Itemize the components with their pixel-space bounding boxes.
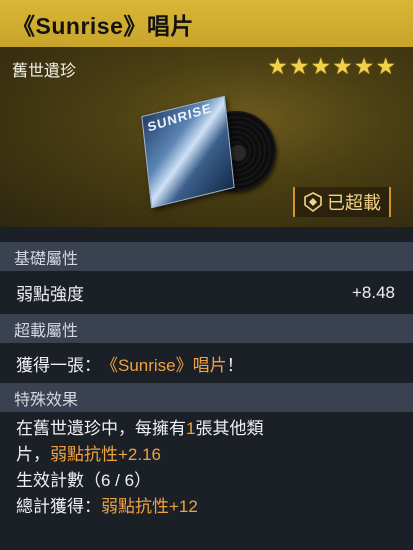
special-line-4: 總計獲得：弱點抗性+12	[16, 494, 413, 520]
special-effect-text: 在舊世遺珍中，每擁有1張其他類 片，弱點抗性+2.16 生效計數（6 / 6） …	[0, 412, 413, 520]
item-hero-panel: 舊世遺珍 ★★★★★★ SUNRISE 已超載	[0, 47, 413, 227]
section-special-effect: 特殊效果	[0, 383, 413, 412]
record-sleeve: SUNRISE	[141, 95, 235, 209]
special-line-1: 在舊世遺珍中，每擁有1張其他類	[16, 416, 413, 442]
overload-label: 已超載	[327, 193, 381, 213]
item-category: 舊世遺珍	[12, 63, 77, 80]
special-line-2: 片，弱點抗性+2.16	[16, 442, 413, 468]
record-art-text: SUNRISE	[146, 100, 213, 135]
stat-value: +8.48	[351, 282, 395, 302]
overload-text-prefix: 獲得一張：	[16, 355, 101, 375]
overload-badge: 已超載	[293, 187, 391, 217]
overload-item-name: 《Sunrise》唱片	[101, 355, 227, 375]
special-line-4a: 總計獲得：	[16, 497, 101, 516]
special-line-2b: 弱點抗性+2.16	[50, 445, 162, 464]
record-image: SUNRISE	[141, 95, 276, 213]
item-card: 《Sunrise》唱片 舊世遺珍 ★★★★★★ SUNRISE 已超載 基礎屬性…	[0, 0, 413, 550]
section-overload-attributes: 超載屬性	[0, 314, 413, 343]
item-title: 《Sunrise》唱片	[0, 0, 413, 47]
special-line-3: 生效計數（6 / 6）	[16, 471, 152, 490]
overload-badge-icon	[304, 192, 322, 212]
item-details: 基礎屬性 弱點強度 +8.48 超載屬性 獲得一張： 《Sunrise》唱片 ！…	[0, 242, 413, 520]
rarity-stars: ★★★★★★	[267, 53, 397, 79]
special-line-2a: 片，	[16, 445, 50, 464]
overload-text-suffix: ！	[226, 355, 244, 375]
special-line-1b: 張其他類	[195, 419, 264, 438]
stat-name: 弱點強度	[16, 285, 84, 304]
special-line-4b: 弱點抗性+12	[101, 497, 198, 516]
section-base-attributes: 基礎屬性	[0, 242, 413, 271]
stat-row: 弱點強度 +8.48	[0, 271, 413, 314]
special-line-1a: 在舊世遺珍中，每擁有	[16, 419, 186, 438]
overload-effect-line: 獲得一張： 《Sunrise》唱片 ！	[0, 343, 413, 383]
